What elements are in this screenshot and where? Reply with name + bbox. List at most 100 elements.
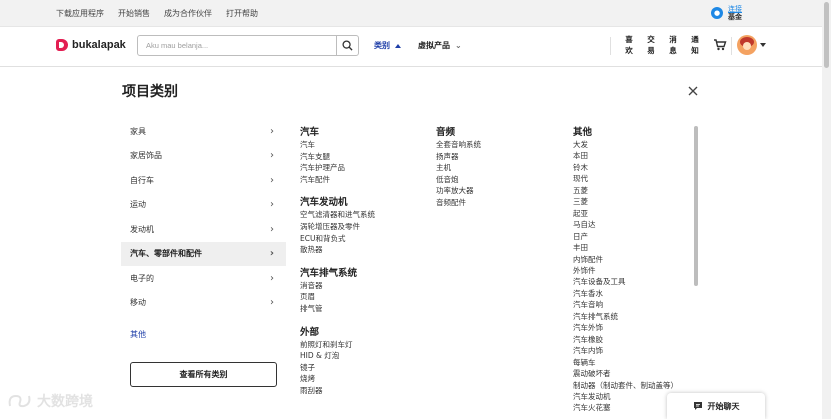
virtual-products-menu[interactable]: 虚拟产品 ⌄ [418, 40, 462, 51]
subcategory-link[interactable]: 前照灯和刹车灯 [300, 339, 375, 351]
section-title[interactable]: 汽车排气系统 [300, 268, 375, 279]
category-item-electronics[interactable]: 电子的 › [121, 266, 286, 291]
subcategory-link[interactable]: 铃木 [573, 162, 678, 173]
category-item-automotive[interactable]: 汽车、零部件和配件 › [121, 241, 286, 266]
search-input[interactable] [138, 36, 336, 55]
category-item-home-decor[interactable]: 家居饰品 › [121, 144, 286, 169]
subcategory-link[interactable]: 烧烤 [300, 373, 375, 385]
subcategory-link[interactable]: 空气滤清器和进气系统 [300, 209, 375, 221]
cart-icon[interactable] [713, 38, 727, 52]
subcategory-link[interactable]: 排气管 [300, 303, 375, 315]
others-link[interactable]: 其他 [130, 329, 146, 340]
subcategory-link[interactable]: 镜子 [300, 362, 375, 374]
subcategory-link[interactable]: 三菱 [573, 196, 678, 207]
download-app-link[interactable]: 下载应用程序 [56, 8, 104, 19]
wallet-icon: ● [711, 7, 723, 19]
subcategory-link[interactable]: 丰田 [573, 242, 678, 253]
avatar[interactable] [737, 35, 757, 55]
chevron-right-icon: › [270, 297, 274, 309]
subcategory-link[interactable]: 汽车橡胶 [573, 334, 678, 345]
top-utility-bar: 下载应用程序 开始销售 成为合作伙伴 打开帮助 ● 连接 基金 [0, 0, 822, 27]
subcategory-link[interactable]: 每辆车 [573, 357, 678, 368]
subcategory-column-1: 汽车 汽车 汽车支腿 汽车护理产品 汽车配件 汽车发动机 空气滤清器和进气系统 … [300, 127, 375, 409]
subcategory-link[interactable]: 制动器（制动套件、制动盖等） [573, 380, 678, 391]
subcategory-link[interactable]: 马自达 [573, 219, 678, 230]
subcategory-link[interactable]: 汽车音响 [573, 299, 678, 310]
subcategory-link[interactable]: 低音炮 [436, 174, 481, 186]
subcategory-link[interactable]: 扬声器 [436, 151, 481, 163]
messages-link[interactable]: 消 息 [668, 34, 678, 56]
subcategory-link[interactable]: 现代 [573, 173, 678, 184]
search-button[interactable] [336, 36, 358, 55]
open-help-link[interactable]: 打开帮助 [226, 8, 258, 19]
section-title[interactable]: 汽车 [300, 127, 375, 138]
top-links: 下载应用程序 开始销售 成为合作伙伴 打开帮助 [56, 0, 258, 27]
page-scrollbar[interactable] [822, 0, 831, 419]
category-menu-button[interactable]: 类别 [374, 40, 401, 51]
subcategory-link[interactable]: 汽车排气系统 [573, 311, 678, 322]
category-item-mobile[interactable]: 移动 › [121, 291, 286, 316]
subcategory-link[interactable]: 内饰配件 [573, 254, 678, 265]
subcategory-link[interactable]: 汽车配件 [300, 174, 375, 186]
close-icon[interactable] [686, 84, 700, 98]
main-header: bukalapak 类别 虚拟产品 ⌄ 喜 欢 交 易 消 息 通 知 [0, 27, 822, 67]
page-scrollbar-thumb[interactable] [824, 2, 829, 68]
section-car: 汽车 汽车 汽车支腿 汽车护理产品 汽车配件 [300, 127, 375, 185]
panel-scrollbar-thumb[interactable] [694, 126, 698, 286]
start-selling-link[interactable]: 开始销售 [118, 8, 150, 19]
subcategory-link[interactable]: 震动破坏者 [573, 368, 678, 379]
subcategory-link[interactable]: 全套音响系统 [436, 139, 481, 151]
section-title[interactable]: 外部 [300, 327, 375, 338]
subcategory-link[interactable]: 汽车 [300, 139, 375, 151]
subcategory-link[interactable]: ECU和背负式 [300, 233, 375, 245]
section-exterior: 外部 前照灯和刹车灯 HID & 灯泡 镜子 烧烤 雨刮器 [300, 327, 375, 397]
subcategory-link[interactable]: 外饰件 [573, 265, 678, 276]
section-title[interactable]: 其他 [573, 127, 678, 138]
subcategory-link[interactable]: 音频配件 [436, 197, 481, 209]
transactions-link[interactable]: 交 易 [646, 34, 656, 56]
subcategory-link[interactable]: 汽车外饰 [573, 322, 678, 333]
subcategory-link[interactable]: 汽车火花塞 [573, 402, 678, 413]
subcategory-link[interactable]: 消音器 [300, 280, 375, 292]
section-title[interactable]: 音频 [436, 127, 481, 138]
category-item-motor[interactable]: 发动机 › [121, 217, 286, 242]
panel-title: 项目类别 [122, 84, 178, 100]
chat-label: 开始聊天 [707, 401, 740, 411]
watermark-text: 大数跨境 [37, 394, 93, 410]
subcategory-link[interactable]: 汽车支腿 [300, 151, 375, 163]
category-item-furniture[interactable]: 家具 › [121, 119, 286, 144]
caret-down-icon[interactable] [760, 43, 766, 47]
subcategory-link[interactable]: 汽车内饰 [573, 345, 678, 356]
subcategory-link[interactable]: 汽车设备及工具 [573, 276, 678, 287]
favorites-link[interactable]: 喜 欢 [624, 34, 634, 56]
bukalapak-logo[interactable]: bukalapak [56, 39, 126, 51]
subcategory-link[interactable]: 大发 [573, 139, 678, 150]
subcategory-link[interactable]: 日产 [573, 231, 678, 242]
see-all-categories-button[interactable]: 查看所有类别 [130, 362, 277, 387]
category-item-bicycle[interactable]: 自行车 › [121, 168, 286, 193]
watermark: 大数跨境 [7, 391, 93, 411]
subcategory-link[interactable]: 本田 [573, 150, 678, 161]
subcategory-link[interactable]: 五菱 [573, 185, 678, 196]
header-divider-2 [731, 37, 732, 55]
subcategory-link[interactable]: HID & 灯泡 [300, 350, 375, 362]
subcategory-link[interactable]: 涡轮增压器及零件 [300, 221, 375, 233]
subcategory-link[interactable]: 功率放大器 [436, 185, 481, 197]
connect-fund-link[interactable]: ● 连接 基金 [711, 5, 742, 21]
section-exhaust: 汽车排气系统 消音器 页眉 排气管 [300, 268, 375, 315]
notifications-link[interactable]: 通 知 [690, 34, 700, 56]
subcategory-link[interactable]: 起亚 [573, 208, 678, 219]
become-partner-link[interactable]: 成为合作伙伴 [164, 8, 212, 19]
category-item-sports[interactable]: 运动 › [121, 193, 286, 218]
subcategory-link[interactable]: 页眉 [300, 291, 375, 303]
section-title[interactable]: 汽车发动机 [300, 197, 375, 208]
subcategory-link[interactable]: 主机 [436, 162, 481, 174]
virtual-products-label: 虚拟产品 [418, 41, 450, 50]
subcategory-link[interactable]: 散热器 [300, 244, 375, 256]
subcategory-link[interactable]: 汽车香水 [573, 288, 678, 299]
start-chat-button[interactable]: 开始聊天 [667, 393, 765, 419]
chevron-right-icon: › [270, 125, 274, 137]
subcategory-link[interactable]: 汽车护理产品 [300, 162, 375, 174]
subcategory-link[interactable]: 雨刮器 [300, 385, 375, 397]
subcategory-link[interactable]: 汽车发动机 [573, 391, 678, 402]
